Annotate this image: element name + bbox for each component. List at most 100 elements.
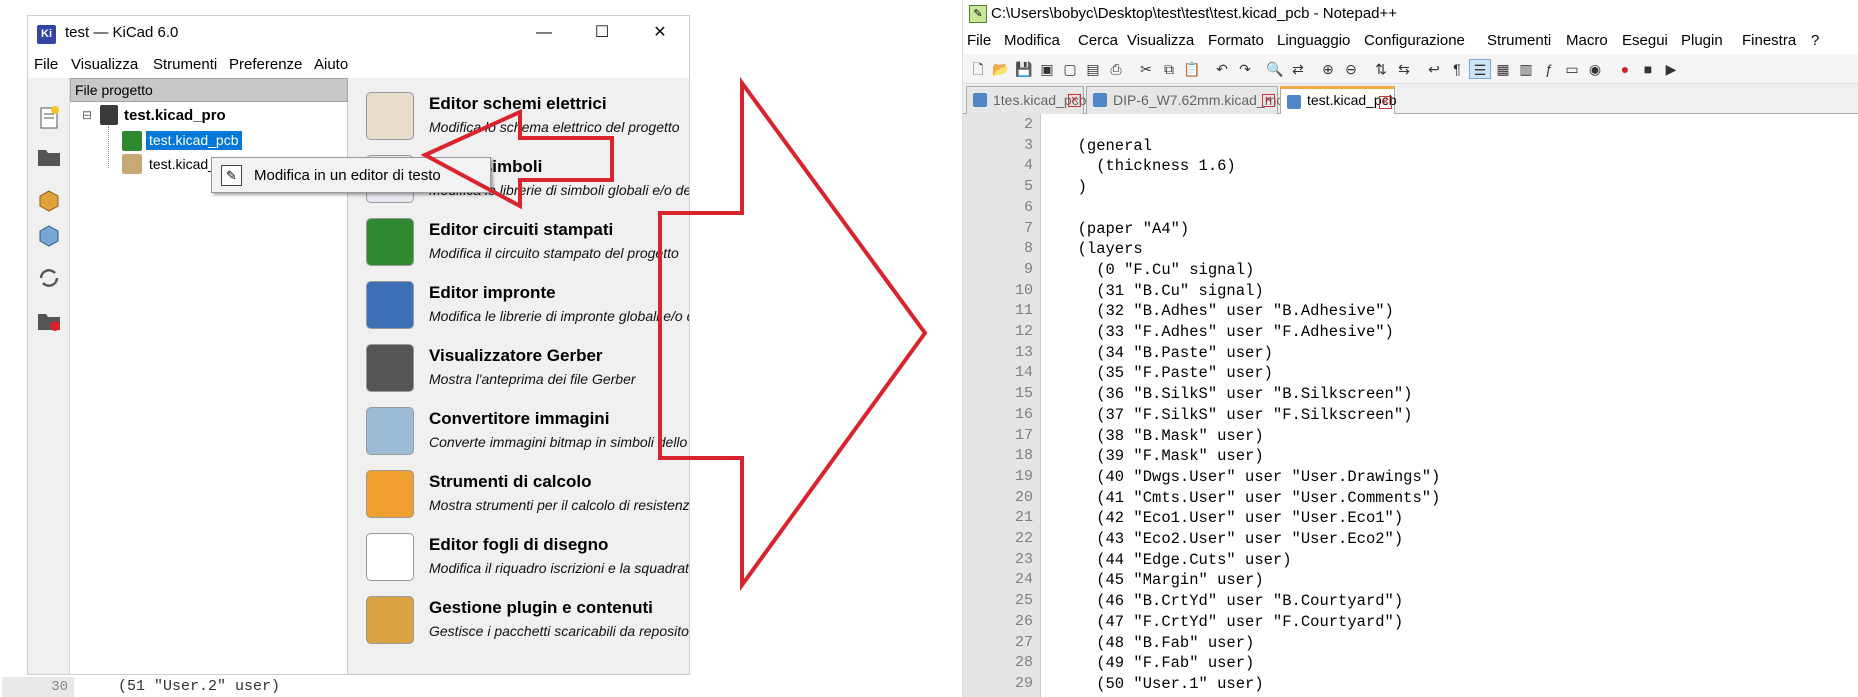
launcher-title[interactable]: Editor circuiti stampati bbox=[429, 220, 613, 240]
launcher-title[interactable]: Editor fogli di disegno bbox=[429, 535, 608, 555]
npp-menu-configurazione[interactable]: Configurazione bbox=[1364, 28, 1465, 54]
pcb-icon[interactable] bbox=[366, 218, 414, 266]
cut-icon[interactable]: ✂ bbox=[1135, 59, 1157, 79]
menu-strumenti[interactable]: Strumenti bbox=[149, 52, 221, 78]
open-folder-icon[interactable] bbox=[35, 142, 63, 170]
calculator-icon[interactable] bbox=[366, 470, 414, 518]
npp-menu-esegui[interactable]: Esegui bbox=[1622, 28, 1668, 54]
record-macro-icon[interactable]: ● bbox=[1614, 59, 1636, 79]
doc-map-icon[interactable]: ▥ bbox=[1515, 59, 1537, 79]
refresh-icon[interactable] bbox=[35, 264, 63, 292]
open-file-icon[interactable]: 📂 bbox=[990, 59, 1012, 79]
close-file-icon[interactable]: ▢ bbox=[1059, 59, 1081, 79]
npp-menu-plugin[interactable]: Plugin bbox=[1681, 28, 1723, 54]
open-folder-red-icon[interactable] bbox=[35, 306, 63, 334]
replace-icon[interactable]: ⇄ bbox=[1287, 59, 1309, 79]
udl-icon[interactable]: ▦ bbox=[1492, 59, 1514, 79]
archive-icon[interactable] bbox=[35, 186, 63, 214]
launcher-title[interactable]: Visualizzatore Gerber bbox=[429, 346, 603, 366]
tree-expander-icon[interactable]: ⊟ bbox=[82, 108, 92, 122]
footprint-icon[interactable] bbox=[366, 281, 414, 329]
tree-root[interactable]: test.kicad_pro bbox=[124, 107, 226, 124]
line-number: 8 bbox=[1023, 240, 1033, 258]
kicad-title-bar: Ki test — KiCad 6.0 — ☐ ✕ bbox=[28, 16, 689, 52]
launcher-row[interactable]: Convertitore immagini Converte immagini b… bbox=[350, 401, 689, 459]
sync-vertical-icon[interactable]: ⇅ bbox=[1370, 59, 1392, 79]
new-file-icon[interactable]: 🗋 bbox=[967, 59, 989, 79]
tab-close-icon[interactable]: ✕ bbox=[1262, 94, 1275, 107]
context-menu-item-edit-in-text-editor[interactable]: Modifica in un editor di testo bbox=[254, 167, 441, 184]
new-project-icon[interactable] bbox=[35, 104, 63, 132]
launcher-row[interactable]: Visualizzatore Gerber Mostra l'anteprima … bbox=[350, 338, 689, 396]
launcher-title[interactable]: Strumenti di calcolo bbox=[429, 472, 591, 492]
tab-close-icon[interactable]: ✕ bbox=[1379, 96, 1392, 109]
line-number: 2 bbox=[1023, 116, 1033, 133]
folder-workspace-icon[interactable]: ▭ bbox=[1561, 59, 1583, 79]
zoom-in-icon[interactable]: ⊕ bbox=[1317, 59, 1339, 79]
npp-menu-finestra[interactable]: Finestra bbox=[1742, 28, 1796, 54]
menu-file[interactable]: File bbox=[30, 52, 62, 78]
line-number: 7 bbox=[1023, 219, 1033, 237]
line-number: 12 bbox=[1014, 323, 1033, 340]
npp-menu-visualizza[interactable]: Visualizza bbox=[1127, 28, 1194, 54]
npp-menu-help[interactable]: ? bbox=[1811, 28, 1819, 54]
tree-item-pcb[interactable]: test.kicad_pcb bbox=[146, 131, 242, 150]
npp-menu-linguaggio[interactable]: Linguaggio bbox=[1277, 28, 1350, 54]
maximize-button[interactable]: ☐ bbox=[573, 16, 631, 52]
gerber-icon[interactable] bbox=[366, 344, 414, 392]
redo-icon[interactable]: ↷ bbox=[1234, 59, 1256, 79]
paste-icon[interactable]: 📋 bbox=[1181, 59, 1203, 79]
indent-guide-icon[interactable]: ☰ bbox=[1469, 59, 1491, 79]
launcher-row[interactable]: Editor impronte Modifica le librerie di i… bbox=[350, 275, 689, 333]
close-button[interactable]: ✕ bbox=[631, 16, 689, 52]
line-number: 21 bbox=[1014, 509, 1033, 527]
npp-menu-strumenti[interactable]: Strumenti bbox=[1487, 28, 1551, 54]
monitor-icon[interactable]: ◉ bbox=[1584, 59, 1606, 79]
menu-preferenze[interactable]: Preferenze bbox=[225, 52, 306, 78]
tree-line bbox=[108, 126, 109, 168]
launcher-title[interactable]: Editor schemi elettrici bbox=[429, 94, 607, 114]
save-all-icon[interactable]: ▣ bbox=[1036, 59, 1058, 79]
npp-menu-file[interactable]: File bbox=[967, 28, 991, 54]
drawing-sheet-icon[interactable] bbox=[366, 533, 414, 581]
bitmap-icon[interactable] bbox=[366, 407, 414, 455]
tab-1tes-kicad-pcb[interactable]: 1tes.kicad_pcb ✕ bbox=[966, 86, 1086, 114]
npp-menu-formato[interactable]: Formato bbox=[1208, 28, 1264, 54]
zoom-out-icon[interactable]: ⊖ bbox=[1340, 59, 1362, 79]
npp-editor[interactable]: 2 3 4 5 6 7 8 9 10 11 12 13 14 15 16 17 18 19 20 21 22 23 24 25… bbox=[963, 114, 1858, 697]
function-list-icon[interactable]: ƒ bbox=[1538, 59, 1560, 79]
close-all-icon[interactable]: ▤ bbox=[1082, 59, 1104, 79]
launcher-row[interactable]: Strumenti di calcolo Mostra strumenti per… bbox=[350, 464, 689, 522]
launcher-row[interactable]: Editor fogli di disegno Modifica il riqua… bbox=[350, 527, 689, 585]
launcher-title[interactable]: Gestione plugin e contenuti bbox=[429, 598, 653, 618]
line-number: 19 bbox=[1014, 467, 1033, 485]
menu-aiuto[interactable]: Aiuto bbox=[310, 52, 352, 78]
launcher-row[interactable]: Editor schemi elettrici Modifica lo schem… bbox=[350, 86, 689, 144]
copy-icon[interactable]: ⧉ bbox=[1158, 59, 1180, 79]
launcher-title[interactable]: Editor impronte bbox=[429, 283, 556, 303]
sync-horizontal-icon[interactable]: ⇆ bbox=[1393, 59, 1415, 79]
find-icon[interactable]: 🔍 bbox=[1264, 59, 1286, 79]
play-macro-icon[interactable]: ▶ bbox=[1660, 59, 1682, 79]
npp-menu-cerca[interactable]: Cerca bbox=[1078, 28, 1118, 54]
launcher-row[interactable]: Gestione plugin e contenuti Gestisce i pa… bbox=[350, 590, 689, 648]
unarchive-icon[interactable] bbox=[35, 221, 63, 249]
undo-icon[interactable]: ↶ bbox=[1211, 59, 1233, 79]
minimize-button[interactable]: — bbox=[515, 16, 573, 52]
bottom-line-number: 30 bbox=[2, 677, 74, 697]
show-all-chars-icon[interactable]: ¶ bbox=[1446, 59, 1468, 79]
schematic-icon[interactable] bbox=[366, 92, 414, 140]
print-icon[interactable]: ⎙ bbox=[1105, 59, 1127, 79]
tab-test-kicad-pcb[interactable]: test.kicad_pcb ✕ bbox=[1280, 86, 1397, 114]
npp-menu-modifica[interactable]: Modifica bbox=[1004, 28, 1060, 54]
tab-dip6-kicad-mod[interactable]: DIP-6_W7.62mm.kicad_mod ✕ bbox=[1086, 86, 1292, 114]
npp-menu-macro[interactable]: Macro bbox=[1566, 28, 1608, 54]
stop-macro-icon[interactable]: ■ bbox=[1637, 59, 1659, 79]
tab-close-icon[interactable]: ✕ bbox=[1068, 94, 1081, 107]
package-icon[interactable] bbox=[366, 596, 414, 644]
menu-visualizza[interactable]: Visualizza bbox=[67, 52, 142, 78]
launcher-title[interactable]: Convertitore immagini bbox=[429, 409, 609, 429]
word-wrap-icon[interactable]: ↩ bbox=[1423, 59, 1445, 79]
save-icon[interactable]: 💾 bbox=[1013, 59, 1035, 79]
launcher-row[interactable]: Editor circuiti stampati Modifica il circ… bbox=[350, 212, 689, 270]
